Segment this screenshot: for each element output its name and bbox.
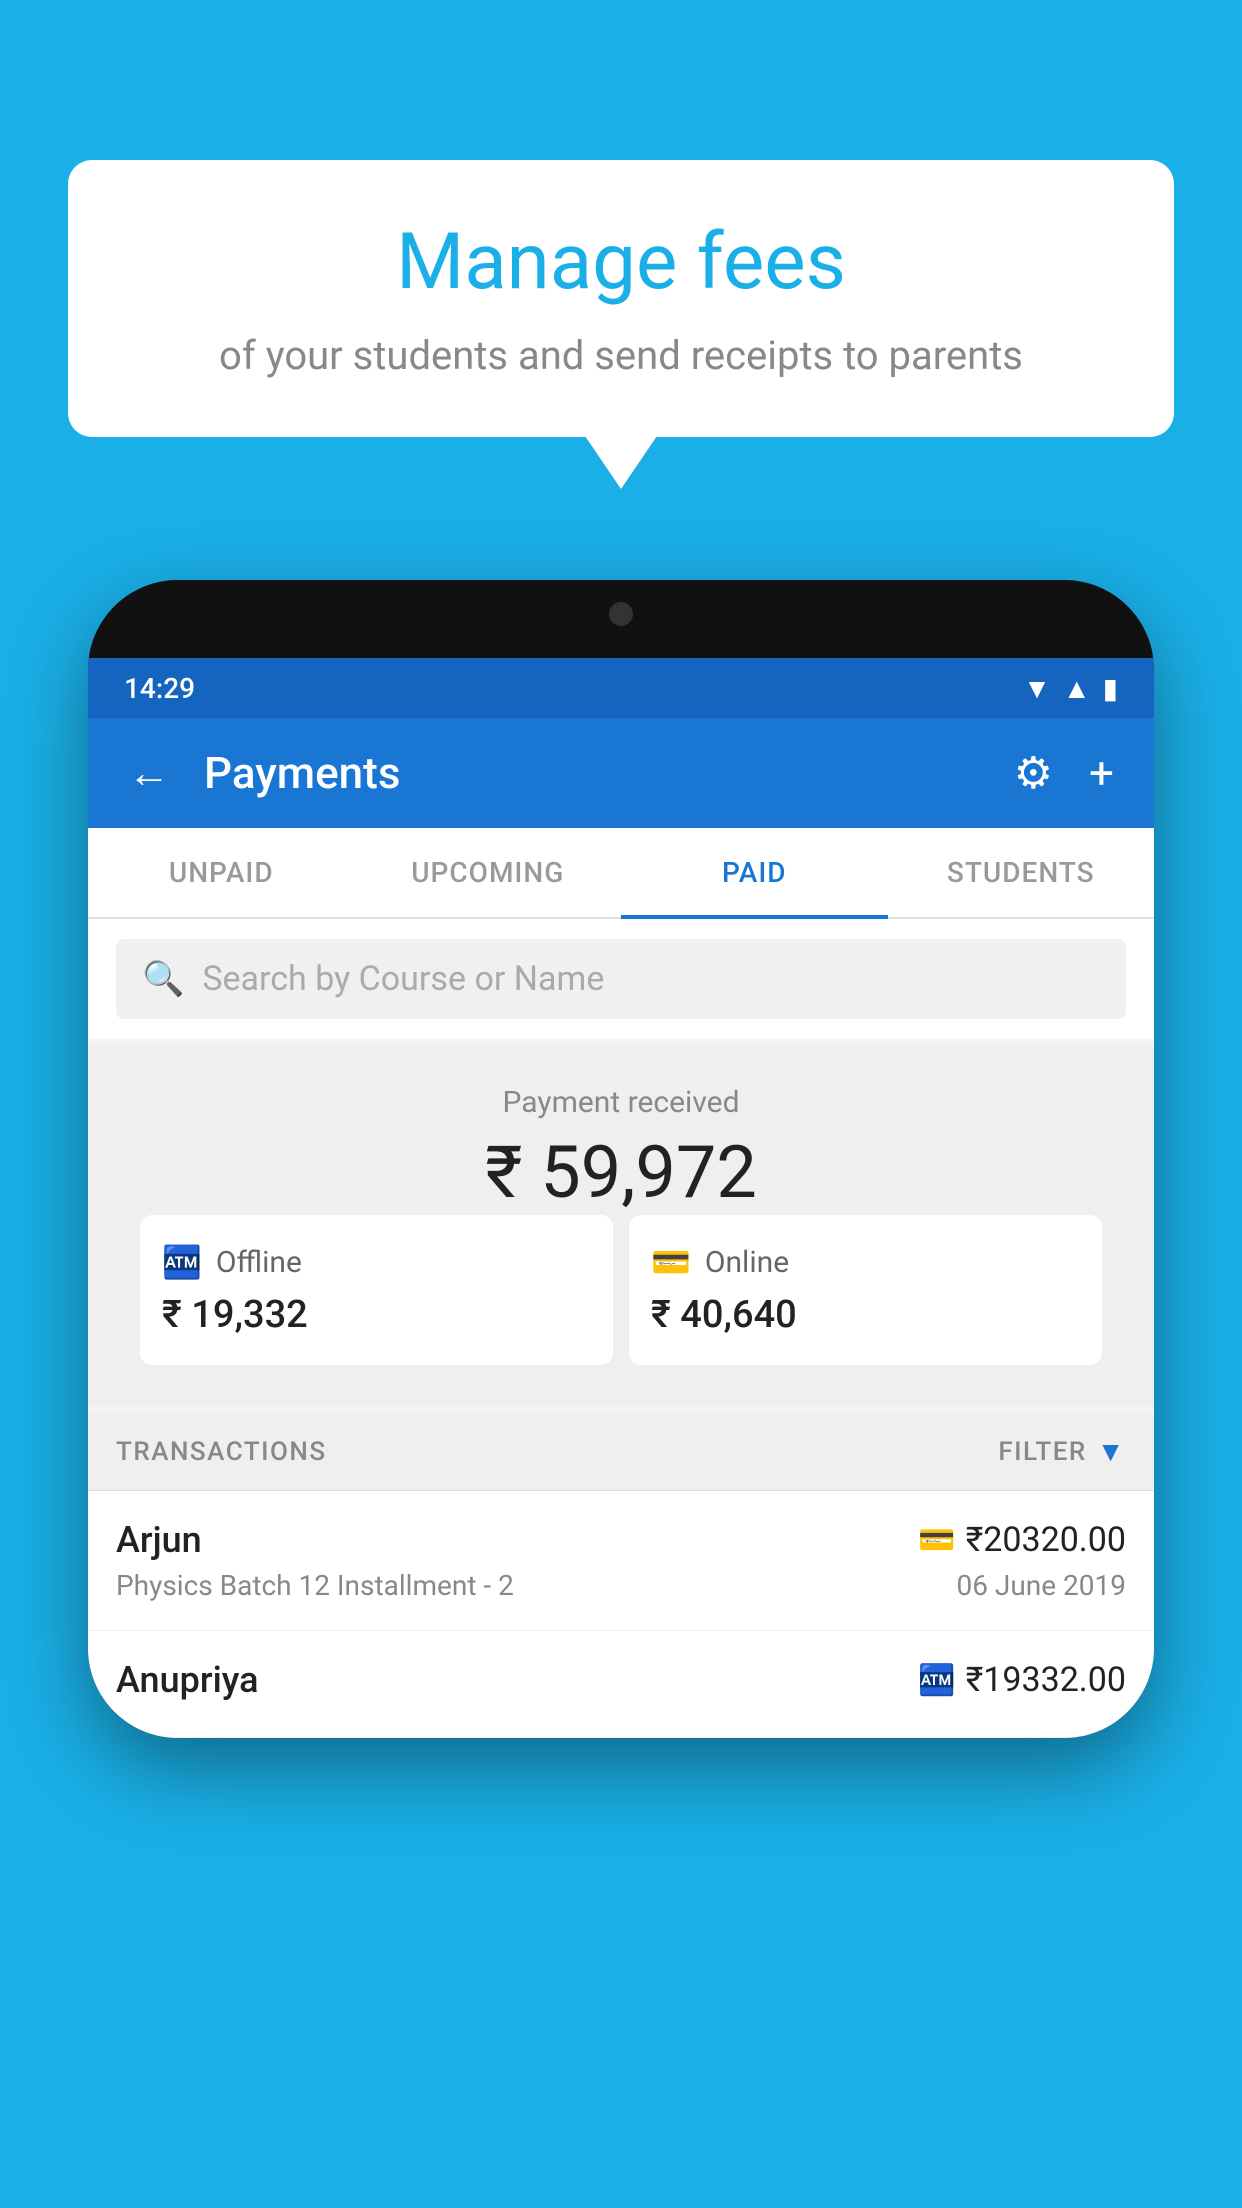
filter-button[interactable]: FILTER ▼ [998,1435,1126,1468]
transaction-course: Physics Batch 12 Installment - 2 [116,1569,514,1602]
online-amount: ₹ 40,640 [651,1293,797,1337]
online-payment-card: 💳 Online ₹ 40,640 [629,1215,1102,1365]
gear-icon[interactable]: ⚙ [1004,737,1063,809]
offline-amount: ₹ 19,332 [162,1293,308,1337]
transaction-row[interactable]: Arjun 💳 ₹20320.00 Physics Batch 12 Insta… [88,1491,1154,1631]
search-bar[interactable]: 🔍 Search by Course or Name [116,939,1126,1019]
payment-total-amount: ₹ 59,972 [116,1130,1126,1215]
tab-unpaid[interactable]: UNPAID [88,828,355,917]
search-container: 🔍 Search by Course or Name [88,919,1154,1039]
search-icon: 🔍 [142,959,184,999]
transactions-label: TRANSACTIONS [116,1437,327,1467]
payment-cards-row: 🏧 Offline ₹ 19,332 💳 Online ₹ 40,640 [116,1215,1126,1365]
offline-icon: 🏧 [162,1243,202,1281]
offline-card-header: 🏧 Offline [162,1243,302,1281]
app-title: Payments [204,747,980,799]
online-label: Online [705,1245,789,1280]
battery-icon: ▮ [1103,672,1118,705]
transaction-amount-row: 🏧 ₹19332.00 [918,1660,1126,1700]
payment-received-section: Payment received ₹ 59,972 🏧 Offline ₹ 19… [88,1045,1154,1407]
transaction-amount-row: 💳 ₹20320.00 [918,1520,1126,1560]
bubble-title: Manage fees [128,220,1114,306]
app-bar-actions: ⚙ + [1004,737,1124,809]
transaction-main-row: Anupriya 🏧 ₹19332.00 [116,1659,1126,1701]
transaction-amount: ₹20320.00 [966,1520,1126,1560]
cash-payment-icon: 🏧 [918,1663,955,1698]
transaction-name: Anupriya [116,1659,259,1701]
tab-paid[interactable]: PAID [621,828,888,917]
speech-bubble: Manage fees of your students and send re… [68,160,1174,437]
transaction-sub-row: Physics Batch 12 Installment - 2 06 June… [116,1569,1126,1602]
transactions-header: TRANSACTIONS FILTER ▼ [88,1413,1154,1491]
transaction-row[interactable]: Anupriya 🏧 ₹19332.00 [88,1631,1154,1738]
phone: 14:29 ▼ ▲ ▮ ← Payments ⚙ + UNPAID UPCOMI… [88,580,1154,1738]
transaction-name: Arjun [116,1519,202,1561]
phone-container: 14:29 ▼ ▲ ▮ ← Payments ⚙ + UNPAID UPCOMI… [88,580,1154,2208]
transaction-main-row: Arjun 💳 ₹20320.00 [116,1519,1126,1561]
online-icon: 💳 [651,1243,691,1281]
online-card-header: 💳 Online [651,1243,789,1281]
app-bar: ← Payments ⚙ + [88,718,1154,828]
phone-bezel [88,580,1154,658]
offline-label: Offline [216,1245,302,1280]
search-input[interactable]: Search by Course or Name [202,959,604,999]
bubble-subtitle: of your students and send receipts to pa… [128,330,1114,382]
status-time: 14:29 [124,672,195,705]
filter-icon: ▼ [1097,1435,1126,1468]
signal-icon: ▲ [1063,672,1091,705]
payment-received-label: Payment received [116,1085,1126,1120]
tabs: UNPAID UPCOMING PAID STUDENTS [88,828,1154,919]
back-button[interactable]: ← [118,739,180,808]
tab-upcoming[interactable]: UPCOMING [355,828,622,917]
transaction-amount: ₹19332.00 [966,1660,1126,1700]
wifi-icon: ▼ [1023,672,1051,705]
card-payment-icon: 💳 [918,1523,955,1558]
status-icons: ▼ ▲ ▮ [1023,672,1118,705]
phone-content: 🔍 Search by Course or Name Payment recei… [88,919,1154,1738]
status-bar: 14:29 ▼ ▲ ▮ [88,658,1154,718]
phone-notch [531,580,711,635]
tab-students[interactable]: STUDENTS [888,828,1155,917]
add-button[interactable]: + [1079,737,1124,809]
transaction-date: 06 June 2019 [956,1569,1126,1602]
filter-label: FILTER [998,1437,1086,1467]
phone-camera [609,602,633,626]
offline-payment-card: 🏧 Offline ₹ 19,332 [140,1215,613,1365]
